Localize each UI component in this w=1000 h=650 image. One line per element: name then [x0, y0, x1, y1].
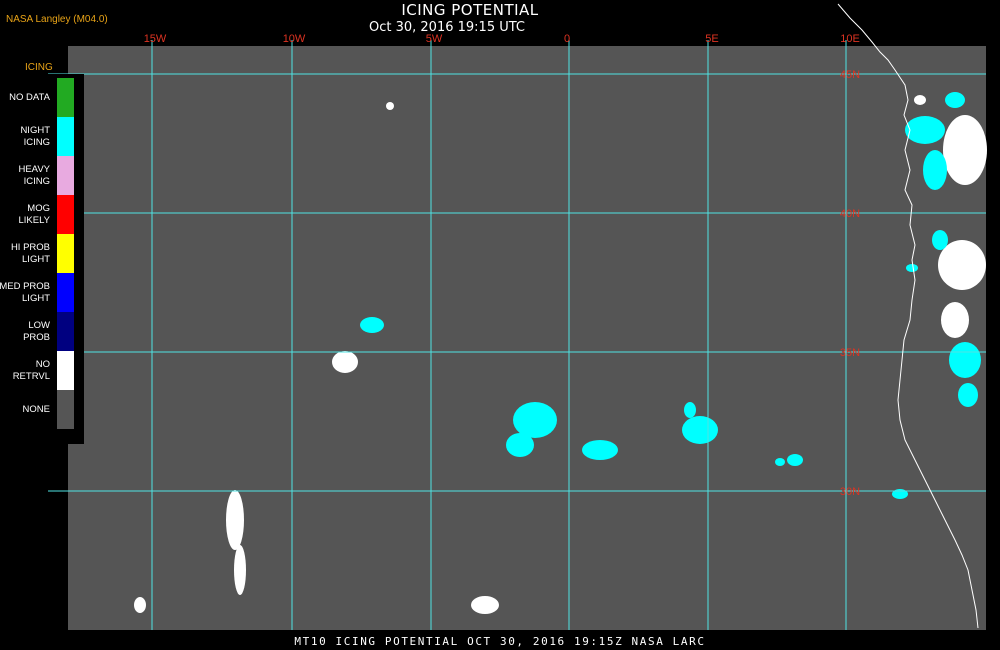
legend-swatch	[57, 273, 74, 312]
timestamp: Oct 30, 2016 19:15 UTC	[369, 20, 525, 35]
lon-label-15w: 15W	[143, 33, 167, 45]
legend-swatch	[57, 195, 74, 234]
legend-item: HEAVY ICING	[0, 156, 84, 195]
legend-item: NIGHT ICING	[0, 117, 84, 156]
icing-map[interactable]: 45N 40N 35N 30N	[0, 0, 1000, 650]
lat-label: 45N	[840, 69, 860, 81]
legend-item-label: HI PROB LIGHT	[10, 241, 50, 265]
legend-item: NO RETRVL	[0, 351, 84, 390]
legend-item: LOW PROB	[0, 312, 84, 351]
map-background	[68, 46, 986, 630]
legend: NO DATA NIGHT ICING HEAVY ICING MOG LIKELY H…	[0, 74, 84, 444]
legend-item: MOG LIKELY	[0, 195, 84, 234]
lon-label-5e: 5E	[705, 33, 719, 45]
legend-item: MED PROB LIGHT	[0, 273, 84, 312]
legend-item-label: NO RETRVL	[12, 358, 50, 382]
legend-item-label: LOW PROB	[23, 319, 50, 343]
legend-swatch	[57, 234, 74, 273]
legend-item-label: NONE	[22, 403, 50, 415]
legend-swatch	[57, 156, 74, 195]
legend-item-label: NO DATA	[9, 91, 50, 103]
lon-label-0: 0	[563, 33, 571, 45]
legend-item-label: MED PROB LIGHT	[0, 280, 50, 304]
legend-item-label: NIGHT ICING	[20, 124, 50, 148]
legend-item: HI PROB LIGHT	[0, 234, 84, 273]
legend-swatch	[57, 78, 74, 117]
legend-swatch	[57, 117, 74, 156]
lat-label: 35N	[840, 347, 860, 359]
lon-label-10e: 10E	[840, 33, 860, 45]
legend-swatch	[57, 351, 74, 390]
lon-label-10w: 10W	[282, 33, 306, 45]
footer-caption: MT10 ICING POTENTIAL OCT 30, 2016 19:15Z…	[294, 635, 706, 648]
legend-item: NONE	[0, 390, 84, 429]
legend-item-label: MOG LIKELY	[18, 202, 50, 226]
legend-swatch	[57, 390, 74, 429]
lat-label: 40N	[840, 208, 860, 220]
legend-swatch	[57, 312, 74, 351]
legend-item-label: HEAVY ICING	[18, 163, 50, 187]
legend-item: NO DATA	[0, 78, 84, 117]
page-title: ICING POTENTIAL	[401, 1, 539, 19]
lat-label: 30N	[840, 486, 860, 498]
legend-title: ICING	[25, 62, 53, 73]
lon-label-5w: 5W	[425, 33, 443, 45]
